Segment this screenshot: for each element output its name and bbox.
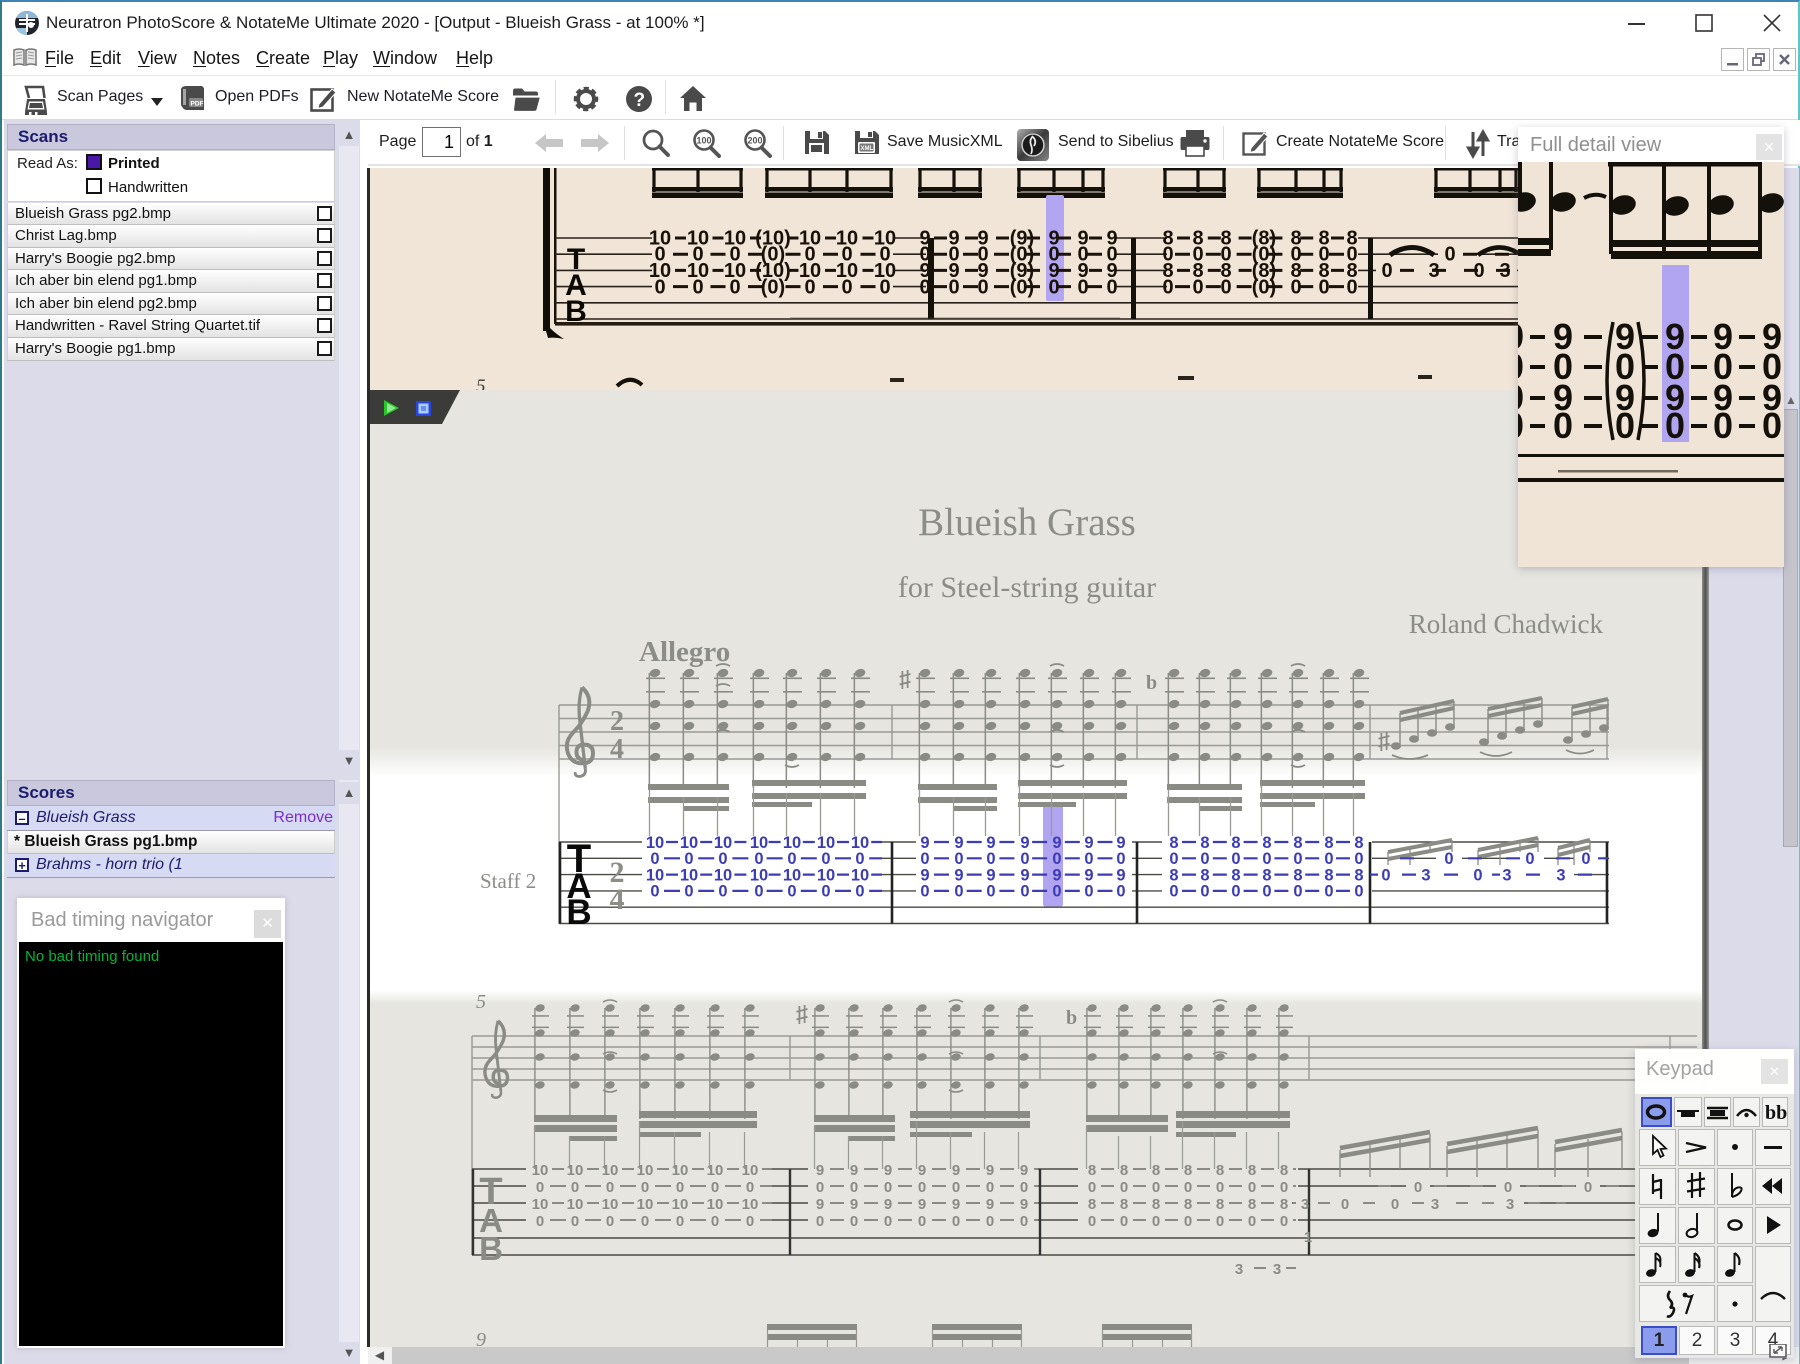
svg-text:0000000: 0000000	[1088, 1179, 1288, 1196]
svg-text:0000000: 0000000	[1088, 1213, 1288, 1230]
svg-text:10101010101010: 10 10 10 10 10 10 10	[532, 1162, 759, 1179]
svg-text:0: 0	[1444, 244, 1455, 266]
svg-text:bb: bb	[1765, 1102, 1787, 1124]
svg-text:4: 4	[610, 883, 625, 916]
svg-text:0000000: 0000000	[920, 883, 1125, 901]
svg-text:0000000: 0000000	[816, 1179, 1028, 1196]
svg-text:0000000: 0000000	[1169, 850, 1363, 868]
svg-text:33: 33	[1235, 1261, 1281, 1278]
svg-text:9: 9	[476, 1329, 486, 1347]
svg-text:0000000: 0000000	[816, 1213, 1028, 1230]
svg-text:XML: XML	[861, 146, 874, 152]
svg-text:Roland Chadwick: Roland Chadwick	[1409, 609, 1604, 639]
svg-text:9999999: 9999999	[816, 1162, 1028, 1179]
svg-text:000(0)000: 0 0 0 (0) 0 0 0	[919, 277, 1117, 299]
svg-text:PDF: PDF	[191, 101, 204, 108]
svg-text:8888888: 8888888	[1088, 1196, 1288, 1213]
svg-text:100: 100	[697, 136, 712, 146]
svg-text:200: 200	[748, 136, 763, 146]
svg-text:5: 5	[476, 991, 486, 1013]
svg-text:30033: 30033	[1301, 1196, 1514, 1213]
svg-text:for Steel-string guitar: for Steel-string guitar	[898, 571, 1156, 604]
svg-text:10101010101010: 10 10 10 10 10 10 10	[532, 1196, 759, 1213]
svg-text:000(0)000: 0 0 0 (0) 0 0 0	[1162, 277, 1357, 299]
svg-text:8888888: 8888888	[1088, 1162, 1288, 1179]
svg-text:Staff 2: Staff 2	[480, 869, 536, 893]
svg-text:0000000: 0000000	[536, 1179, 754, 1196]
svg-text:1: 1	[1304, 1229, 1312, 1246]
svg-text:4: 4	[610, 734, 624, 765]
svg-text:?: ?	[634, 90, 646, 111]
svg-text:000: 000	[1414, 1179, 1592, 1196]
svg-text:0000000: 0000000	[536, 1213, 754, 1230]
svg-text:9999999: 9999999	[816, 1196, 1028, 1213]
svg-text:0000000: 0000000	[920, 850, 1125, 868]
svg-text:B: B	[479, 1230, 503, 1267]
svg-text:2: 2	[610, 706, 624, 737]
svg-text:B: B	[566, 893, 591, 932]
svg-text:0000000: 0000000	[650, 883, 864, 901]
svg-text:Allegro: Allegro	[639, 636, 730, 668]
svg-text:Blueish Grass: Blueish Grass	[918, 501, 1136, 544]
svg-text:0000000: 0000000	[650, 850, 864, 868]
svg-text:5: 5	[476, 376, 486, 390]
svg-text:0000000: 0000000	[1169, 883, 1363, 901]
